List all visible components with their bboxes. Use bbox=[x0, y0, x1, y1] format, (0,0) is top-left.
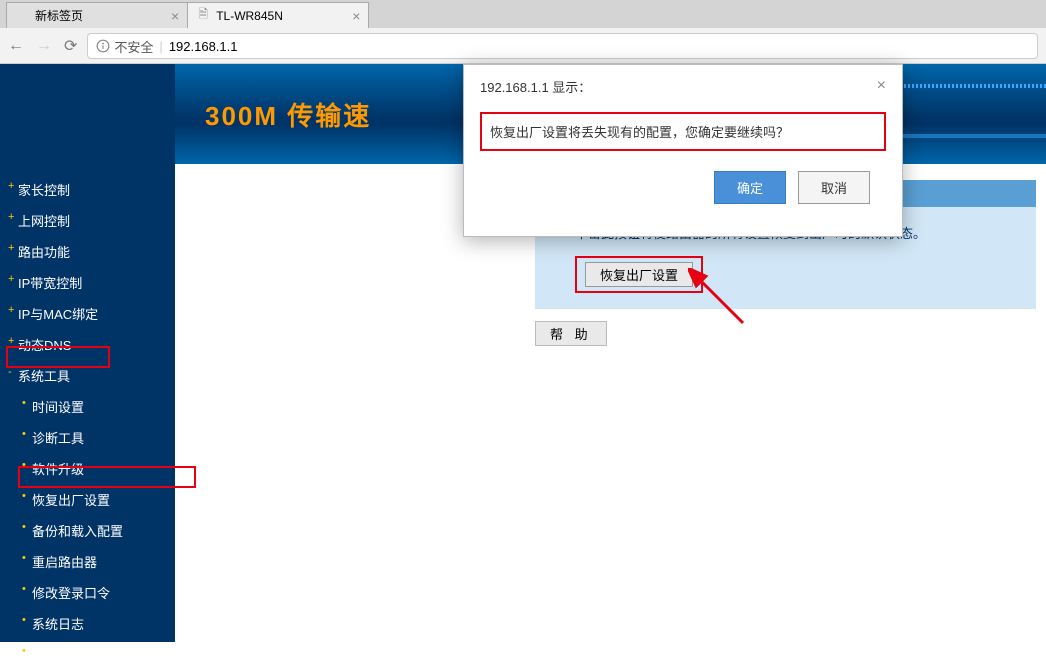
close-icon[interactable]: × bbox=[352, 8, 360, 24]
confirm-button[interactable]: 确定 bbox=[714, 171, 786, 204]
sidebar-item-ddns[interactable]: 动态DNS bbox=[0, 329, 175, 360]
document-icon: 🗎 bbox=[196, 9, 210, 23]
sidebar-item-routing[interactable]: 路由功能 bbox=[0, 236, 175, 267]
sidebar-sub-diag[interactable]: 诊断工具 bbox=[0, 422, 175, 453]
reload-icon[interactable]: ⟳ bbox=[64, 36, 77, 56]
tab-title: TL-WR845N bbox=[216, 9, 346, 23]
sidebar-sub-backup[interactable]: 备份和载入配置 bbox=[0, 515, 175, 546]
sidebar-item-parental[interactable]: 家长控制 bbox=[0, 174, 175, 205]
url-bar[interactable]: 不安全 | 192.168.1.1 bbox=[87, 33, 1038, 59]
url-text: 192.168.1.1 bbox=[169, 39, 238, 54]
close-icon[interactable]: × bbox=[877, 77, 886, 96]
confirm-dialog: 192.168.1.1 显示： × 恢复出厂设置将丢失现有的配置，您确定要继续吗… bbox=[463, 64, 903, 237]
document-icon bbox=[15, 9, 29, 23]
sidebar-item-access[interactable]: 上网控制 bbox=[0, 205, 175, 236]
sidebar-item-bandwidth[interactable]: IP带宽控制 bbox=[0, 267, 175, 298]
insecure-label: 不安全 bbox=[114, 37, 153, 56]
tab-title: 新标签页 bbox=[35, 7, 165, 24]
sidebar-sub-traffic[interactable]: 流量统计 bbox=[0, 639, 175, 670]
help-button[interactable]: 帮 助 bbox=[535, 321, 607, 346]
banner-headline: 300M 传输速 bbox=[205, 96, 371, 133]
sidebar-sub-time[interactable]: 时间设置 bbox=[0, 391, 175, 422]
browser-chrome: 新标签页 × 🗎 TL-WR845N × ← → ⟳ 不安全 | 192.168… bbox=[0, 0, 1046, 64]
browser-url-row: ← → ⟳ 不安全 | 192.168.1.1 bbox=[0, 28, 1046, 64]
close-icon[interactable]: × bbox=[171, 8, 179, 24]
forward-icon[interactable]: → bbox=[36, 36, 52, 56]
factory-reset-button[interactable]: 恢复出厂设置 bbox=[585, 262, 693, 287]
annotation-highlight: 恢复出厂设置 bbox=[575, 256, 703, 293]
sidebar-sub-reboot[interactable]: 重启路由器 bbox=[0, 546, 175, 577]
insecure-badge: 不安全 bbox=[96, 37, 153, 56]
back-icon[interactable]: ← bbox=[8, 36, 24, 56]
info-icon bbox=[96, 39, 110, 53]
sidebar-item-systools[interactable]: 系统工具 bbox=[0, 360, 175, 391]
sidebar-sub-upgrade[interactable]: 软件升级 bbox=[0, 453, 175, 484]
browser-tabs-row: 新标签页 × 🗎 TL-WR845N × bbox=[0, 0, 1046, 28]
sidebar-sub-log[interactable]: 系统日志 bbox=[0, 608, 175, 639]
sidebar-item-ipmac[interactable]: IP与MAC绑定 bbox=[0, 298, 175, 329]
dialog-header-text: 192.168.1.1 显示： bbox=[480, 77, 591, 96]
sidebar: 家长控制 上网控制 路由功能 IP带宽控制 IP与MAC绑定 动态DNS 系统工… bbox=[0, 64, 175, 642]
sidebar-sub-factory[interactable]: 恢复出厂设置 bbox=[0, 484, 175, 515]
browser-tab-new[interactable]: 新标签页 × bbox=[6, 2, 188, 28]
sidebar-sub-password[interactable]: 修改登录口令 bbox=[0, 577, 175, 608]
dialog-message: 恢复出厂设置将丢失现有的配置，您确定要继续吗？ bbox=[490, 125, 789, 140]
browser-tab-router[interactable]: 🗎 TL-WR845N × bbox=[187, 2, 369, 28]
cancel-button[interactable]: 取消 bbox=[798, 171, 870, 204]
annotation-highlight: 恢复出厂设置将丢失现有的配置，您确定要继续吗？ bbox=[480, 112, 886, 151]
